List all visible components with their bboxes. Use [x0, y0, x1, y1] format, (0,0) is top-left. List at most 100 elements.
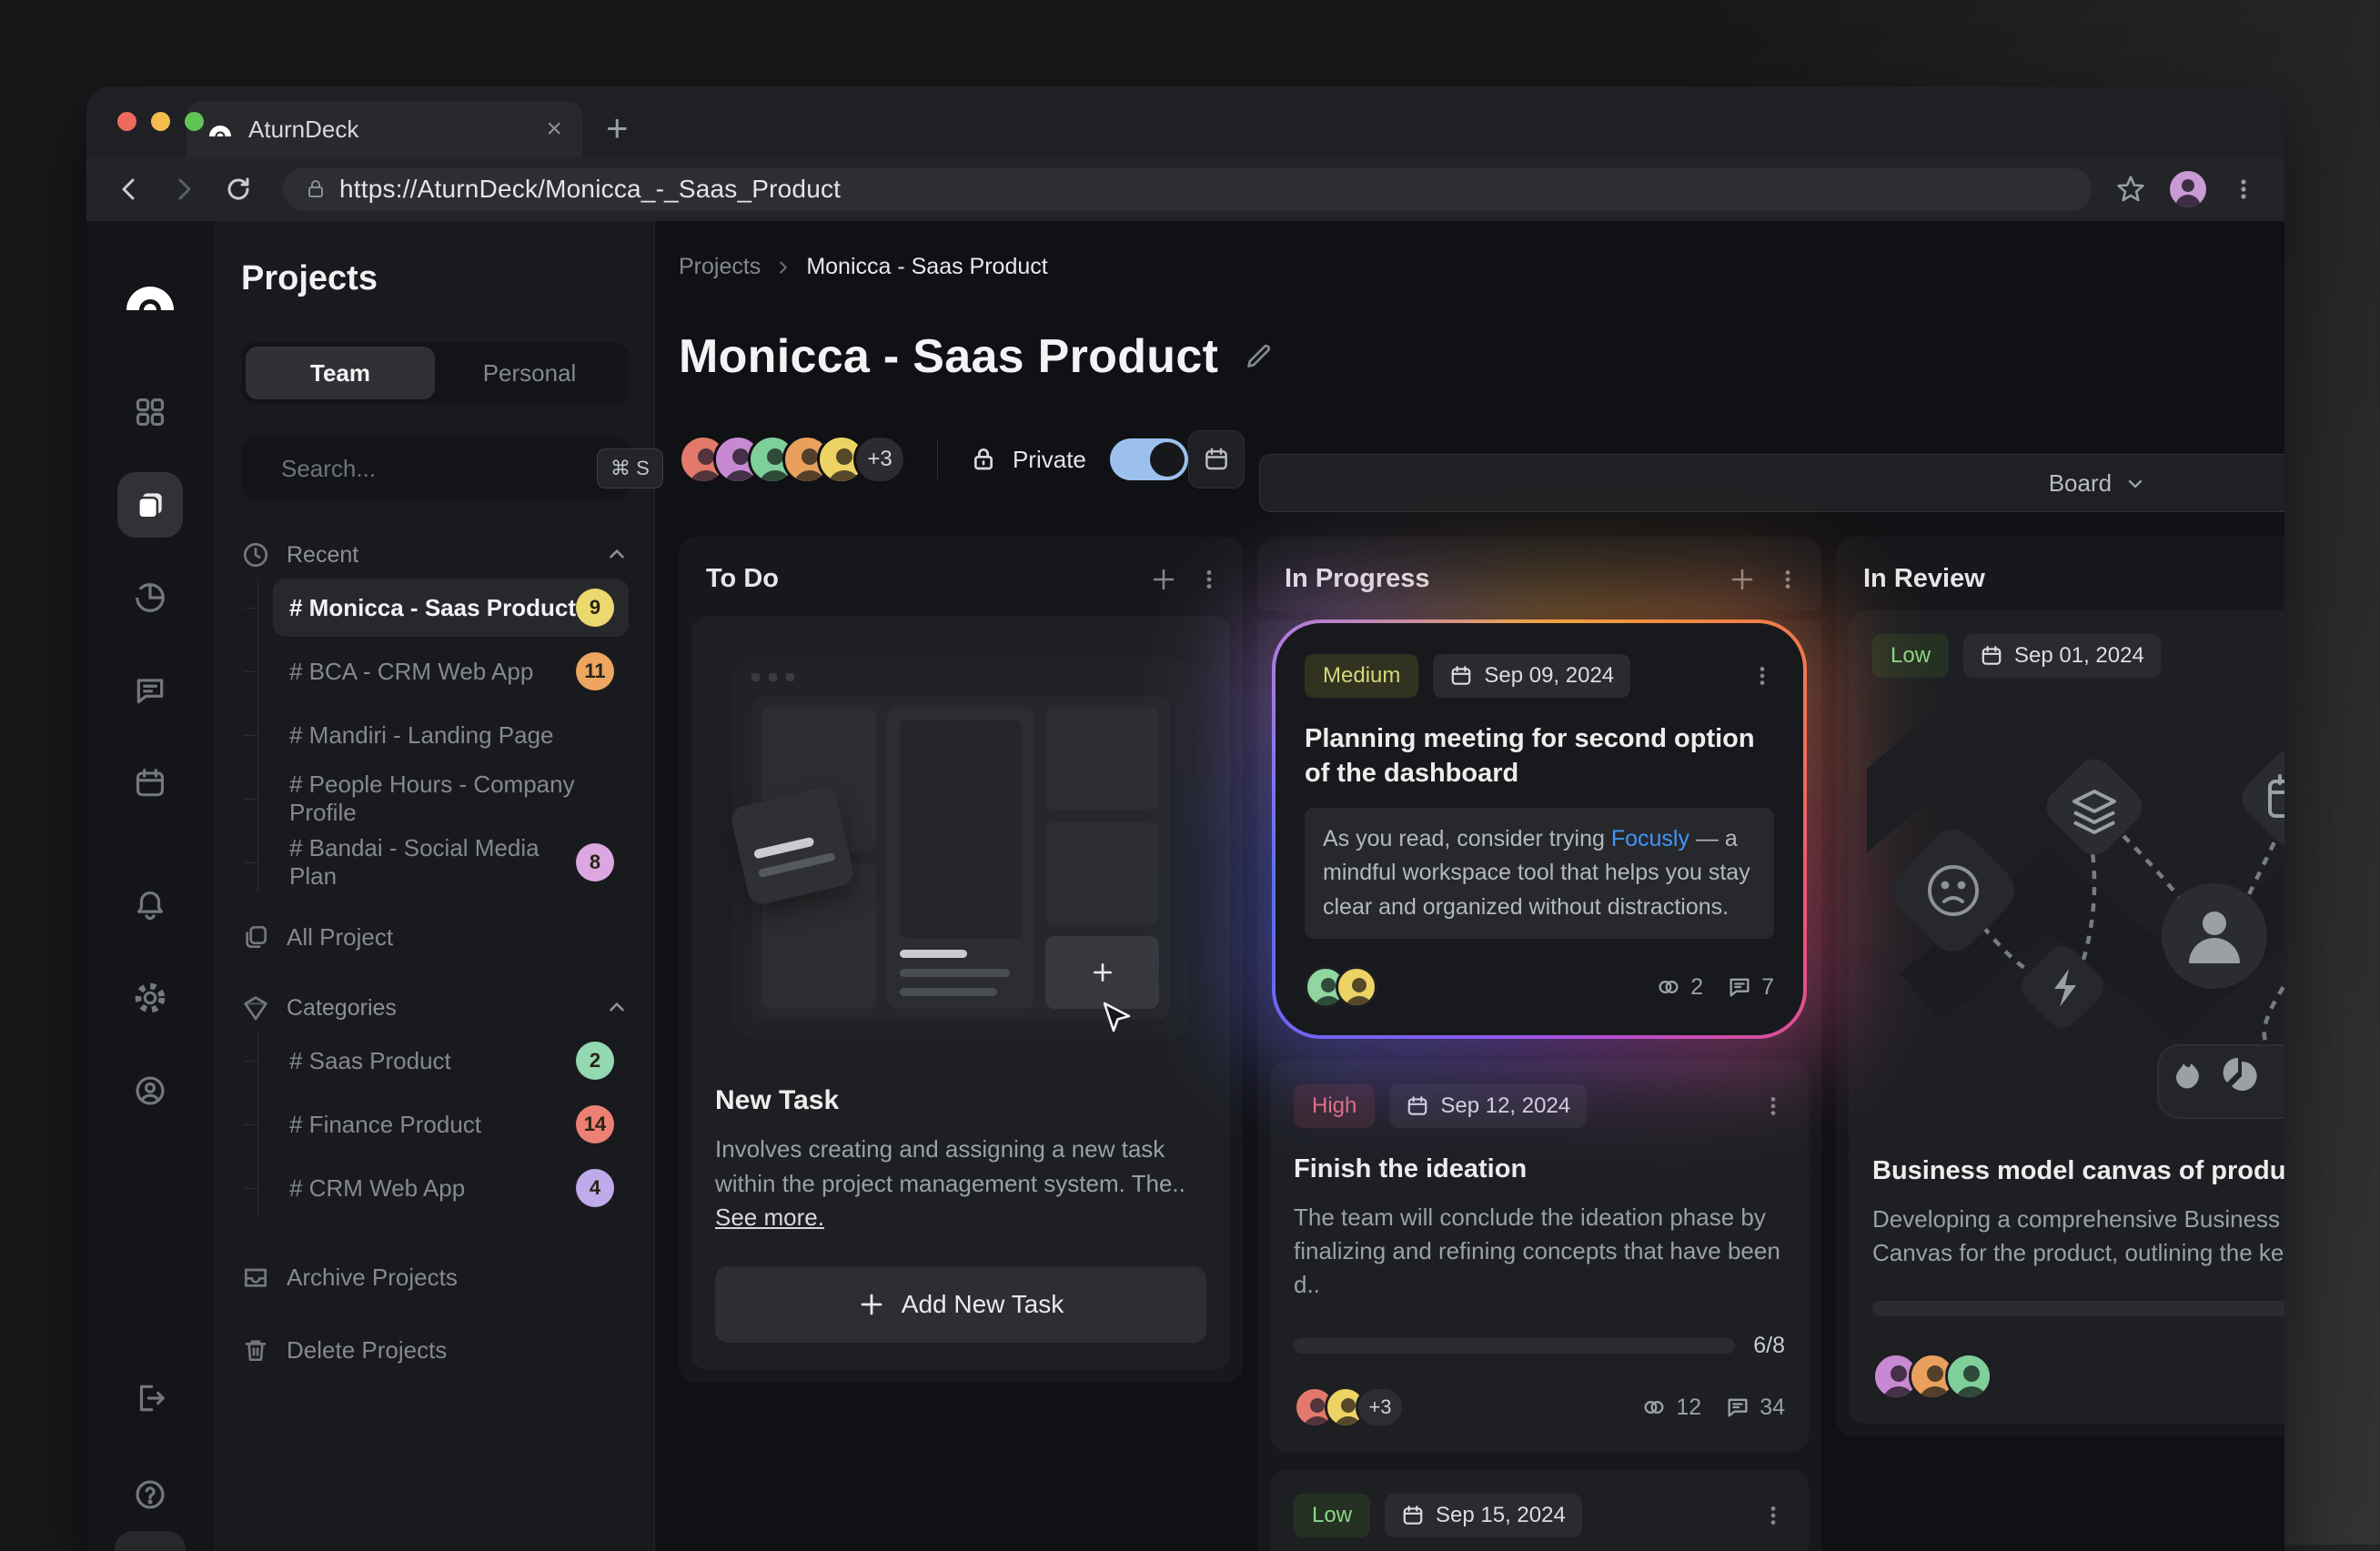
card-title: Business model canvas of product [1872, 1153, 2284, 1188]
progress-label: 6/8 [1753, 1333, 1785, 1359]
recent-item-bandai[interactable]: # Bandai - Social Media Plan 8 [273, 833, 629, 891]
count-badge: 2 [576, 1042, 614, 1080]
card-title: New Task [715, 1085, 1206, 1116]
breadcrumb-projects[interactable]: Projects [679, 254, 761, 280]
new-tab-button[interactable]: + [606, 106, 629, 150]
recent-section-header[interactable]: Recent [241, 540, 629, 569]
card-menu-icon[interactable] [1750, 664, 1774, 688]
due-date-text: Sep 15, 2024 [1436, 1503, 1566, 1528]
rail-apps-button[interactable] [117, 379, 183, 445]
cursor-arrow-icon [1101, 1002, 1132, 1036]
card-menu-icon[interactable] [1761, 1504, 1785, 1527]
recent-item-monicca[interactable]: # Monicca - Saas Product 9 [273, 579, 629, 637]
projects-sidebar: Projects Team Personal ⌘ S Recent # Moni… [214, 221, 655, 1551]
task-card-planning[interactable]: Medium Sep 09, 2024 Planning meeting for… [1276, 623, 1803, 1035]
browser-tab[interactable]: AturnDeck × [187, 101, 582, 157]
column-todo: To Do [679, 537, 1243, 1383]
back-icon[interactable] [114, 174, 145, 205]
focusly-link[interactable]: Focusly [1611, 826, 1689, 851]
minimize-window-button[interactable] [151, 112, 170, 131]
extra-members-badge[interactable]: +3 [853, 435, 906, 484]
bookmark-star-icon[interactable] [2115, 174, 2146, 205]
search-box[interactable]: ⌘ S [241, 437, 629, 500]
recent-item-people-hours[interactable]: # People Hours - Company Profile [273, 770, 629, 828]
card-menu-icon[interactable] [1761, 1094, 1785, 1118]
chevron-up-icon[interactable] [605, 543, 629, 567]
comments-metric[interactable]: 7 [1727, 974, 1774, 1001]
calendar-icon [1449, 664, 1473, 688]
breadcrumb-current: Monicca - Saas Product [806, 254, 1047, 280]
rail-calendar-button[interactable] [117, 750, 183, 816]
card-description: The team will conclude the ideation phas… [1294, 1201, 1785, 1302]
column-in-progress: In Progress Medium [1257, 537, 1821, 1551]
rail-account-button[interactable] [117, 1058, 183, 1123]
new-task-illustration [715, 634, 1206, 1062]
extra-members-badge[interactable]: +3 [1356, 1386, 1405, 1428]
rail-logout-button[interactable] [117, 1365, 183, 1431]
category-item-saas[interactable]: # Saas Product 2 [273, 1032, 629, 1090]
count-badge: 4 [576, 1169, 614, 1207]
recent-item-mandiri[interactable]: # Mandiri - Landing Page [273, 706, 629, 764]
column-menu-icon[interactable] [1197, 568, 1221, 591]
rail-settings-button[interactable] [117, 965, 183, 1031]
comments-count: 34 [1760, 1395, 1785, 1421]
forward-icon[interactable] [168, 174, 199, 205]
zoom-window-button[interactable] [185, 112, 204, 131]
tab-personal[interactable]: Personal [435, 347, 624, 399]
chevron-down-icon [2124, 472, 2146, 494]
rail-projects-button[interactable] [117, 472, 183, 538]
category-item-finance[interactable]: # Finance Product 14 [273, 1095, 629, 1153]
browser-menu-icon[interactable] [2230, 176, 2257, 203]
url-bar[interactable]: https://AturnDeck/Monicca_-_Saas_Product [283, 167, 2092, 211]
due-date-chip: Sep 09, 2024 [1433, 654, 1630, 698]
all-project-item[interactable]: All Project [241, 908, 629, 966]
delete-projects-item[interactable]: Delete Projects [241, 1321, 629, 1379]
count-badge: 9 [576, 589, 614, 627]
close-window-button[interactable] [117, 112, 136, 131]
item-label: # Monicca - Saas Product [289, 594, 576, 622]
edit-pencil-icon[interactable] [1242, 340, 1275, 373]
links-metric[interactable]: 12 [1641, 1395, 1701, 1421]
toggle-knob [1150, 442, 1185, 477]
divider [937, 439, 938, 479]
member-avatars[interactable]: +3 [679, 435, 906, 484]
recent-item-bca[interactable]: # BCA - CRM Web App 11 [273, 642, 629, 700]
add-new-task-button[interactable]: Add New Task [715, 1266, 1206, 1343]
task-card-lowfidelity[interactable]: Low Sep 15, 2024 Preparation low - fidel… [1270, 1470, 1809, 1551]
tab-close-icon[interactable]: × [546, 116, 562, 143]
categories-section-header[interactable]: Categories [241, 993, 629, 1022]
see-more-link[interactable]: See more. [715, 1204, 824, 1231]
pie-chart-icon [133, 580, 167, 615]
rail-messages-button[interactable] [117, 658, 183, 723]
calendar-view-button[interactable] [1188, 430, 1245, 488]
chevron-right-icon [773, 257, 793, 277]
add-card-icon[interactable] [1150, 566, 1177, 593]
chevron-up-icon[interactable] [605, 996, 629, 1020]
icon-rail [86, 221, 214, 1551]
comments-count: 7 [1761, 974, 1774, 1001]
rail-analytics-button[interactable] [117, 565, 183, 630]
rail-notifications-button[interactable] [117, 872, 183, 938]
tab-team[interactable]: Team [246, 347, 435, 399]
private-toggle[interactable] [1110, 438, 1188, 480]
refresh-icon[interactable] [223, 174, 254, 205]
search-input[interactable] [281, 455, 586, 483]
lock-icon [969, 445, 998, 474]
task-card-ideation[interactable]: High Sep 12, 2024 Finish the ideation Th… [1270, 1061, 1809, 1452]
category-item-crm[interactable]: # CRM Web App 4 [273, 1159, 629, 1217]
profile-avatar[interactable] [2170, 171, 2206, 207]
rail-help-button[interactable] [117, 1462, 183, 1527]
lock-icon [305, 178, 327, 200]
bell-icon [133, 888, 167, 922]
links-metric[interactable]: 2 [1656, 974, 1703, 1001]
new-task-card: New Task Involves creating and assigning… [691, 616, 1230, 1370]
column-menu-icon[interactable] [1776, 568, 1800, 591]
clock-icon [241, 540, 270, 569]
view-select[interactable]: Board [1259, 454, 2284, 512]
card-title: Planning meeting for second option of th… [1305, 721, 1774, 791]
task-card-business-model[interactable]: Low Sep 01, 2024 [1849, 610, 2284, 1424]
app-logo-icon[interactable] [121, 268, 179, 316]
archive-projects-item[interactable]: Archive Projects [241, 1248, 629, 1306]
comments-metric[interactable]: 34 [1725, 1395, 1785, 1421]
mock-add-button [1045, 936, 1159, 1009]
